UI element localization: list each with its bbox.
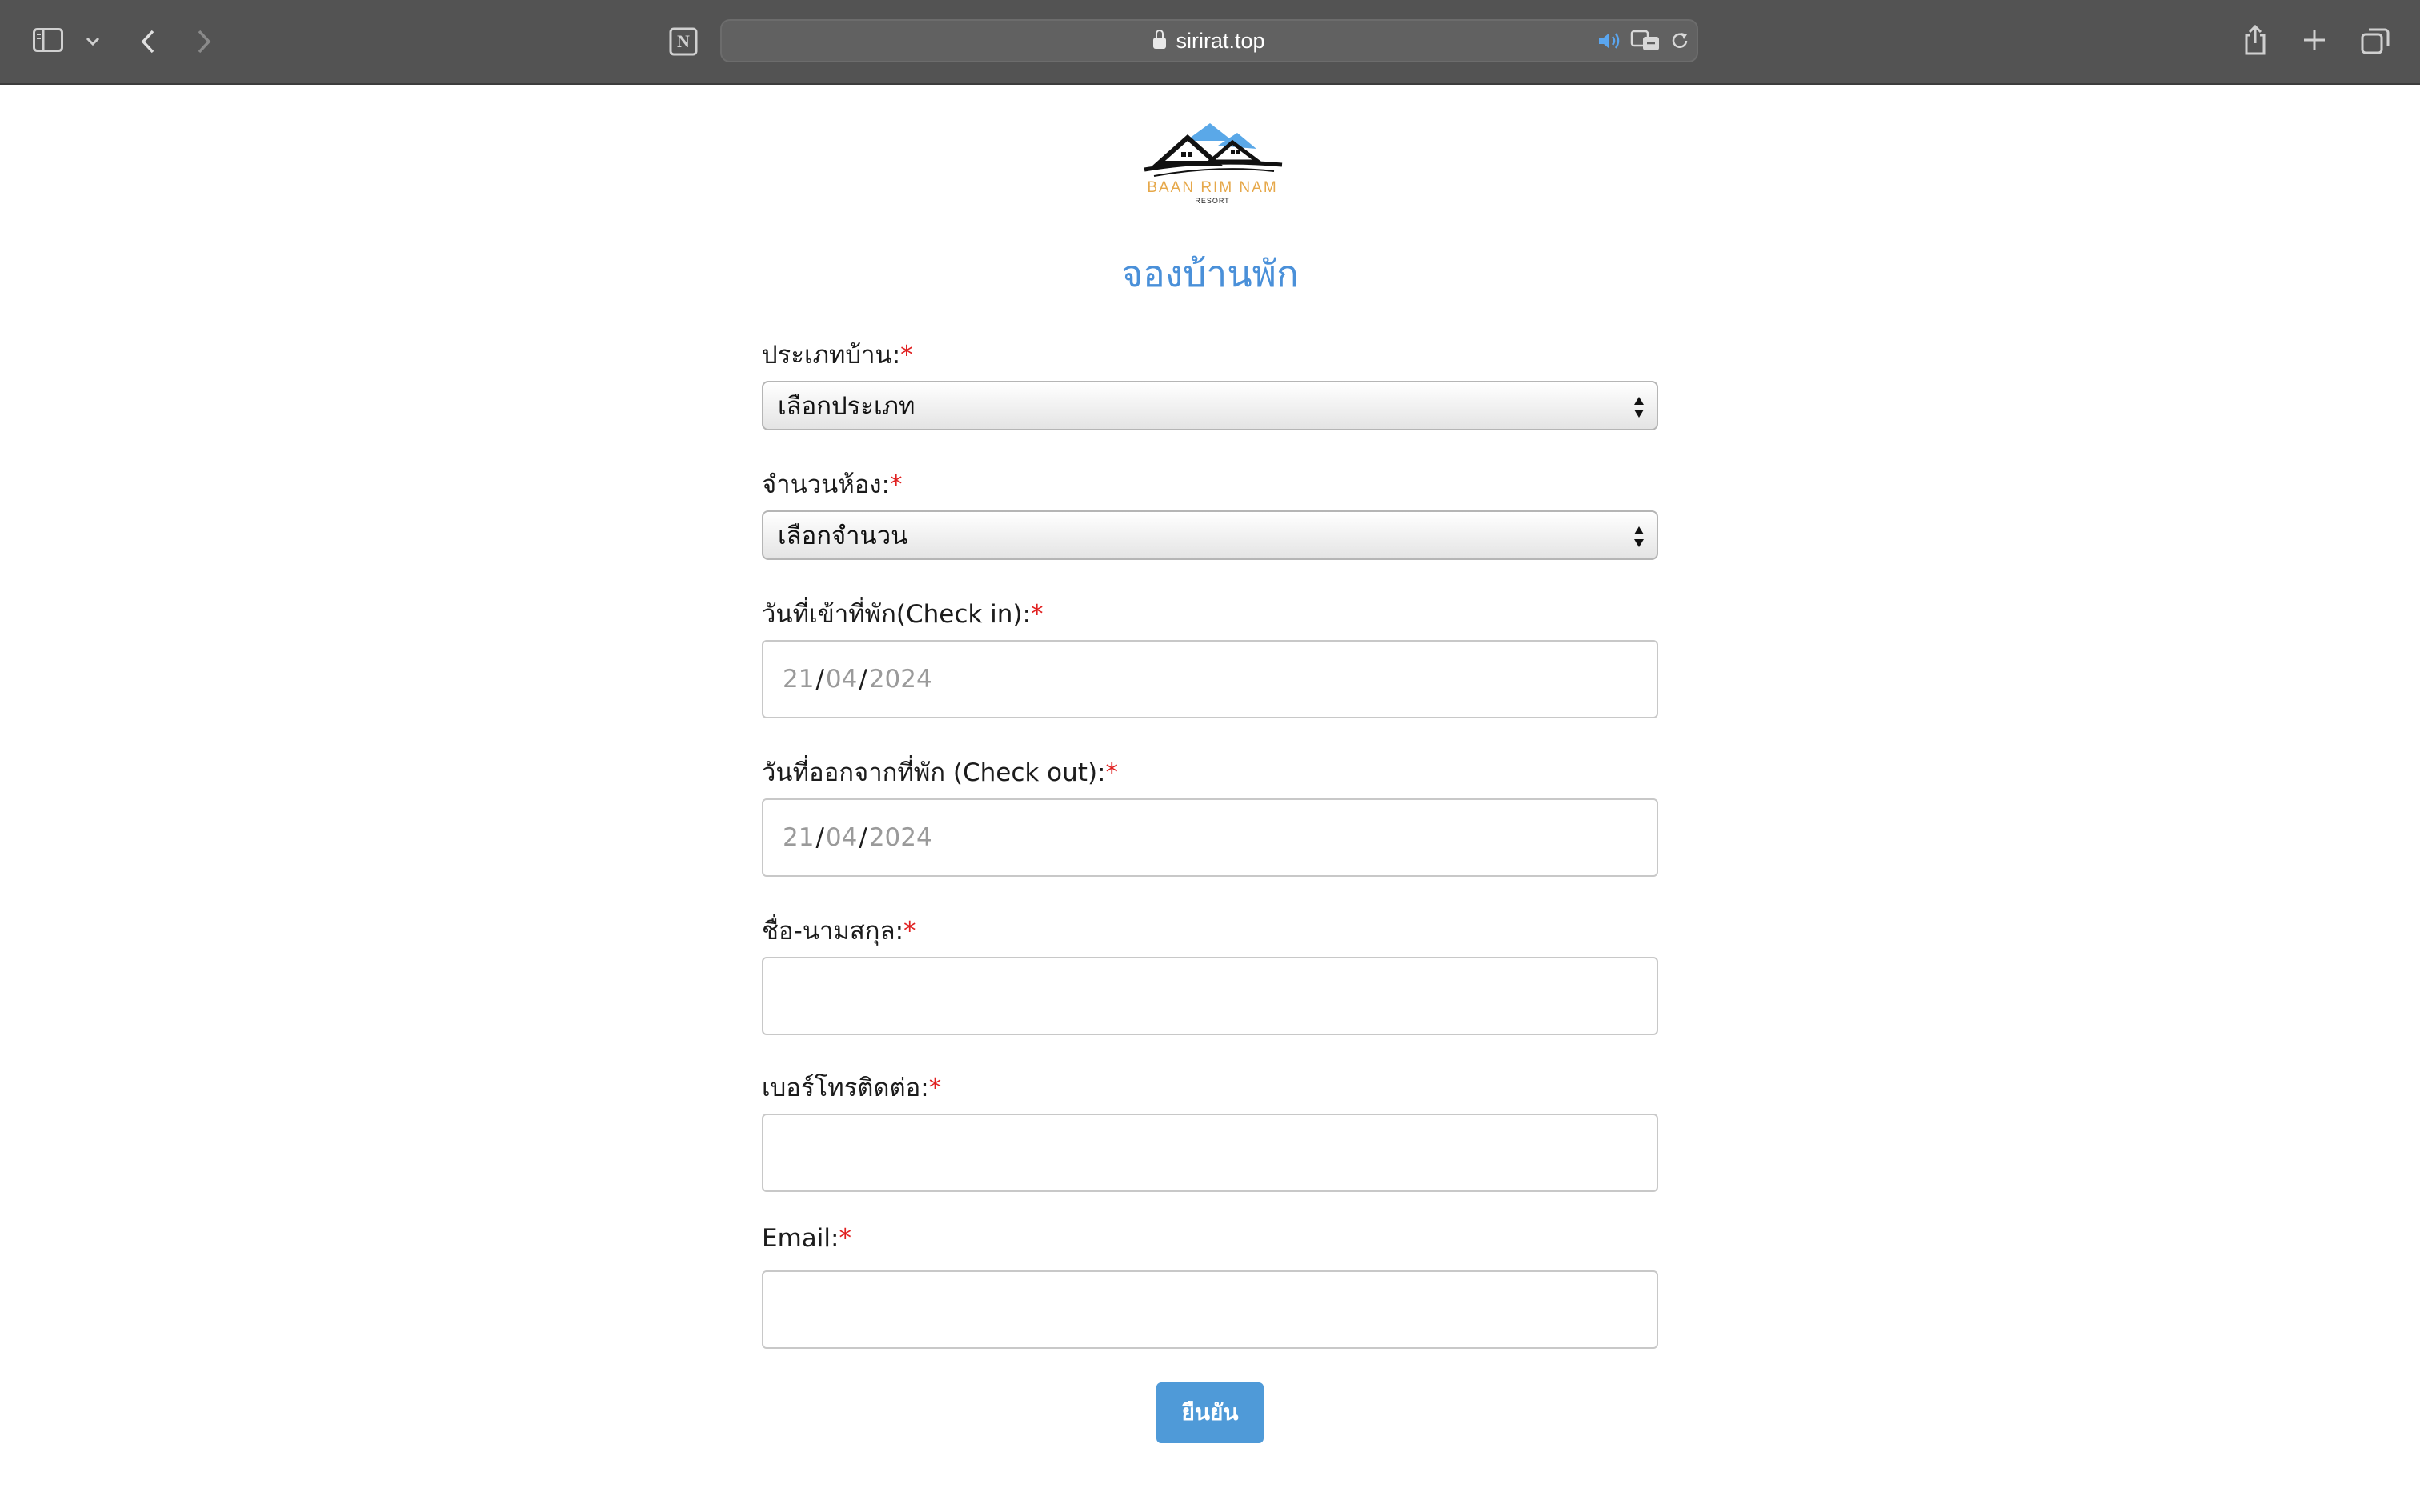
- full-name-label: ชื่อ-นามสกุล:*: [762, 917, 916, 946]
- room-count-select[interactable]: เลือกจำนวน: [762, 510, 1658, 560]
- logo-subtitle: RESORT: [1195, 197, 1230, 205]
- phone-input[interactable]: [762, 1114, 1658, 1192]
- forward-icon[interactable]: [192, 26, 216, 58]
- check-in-day[interactable]: 21: [783, 665, 814, 694]
- url-display[interactable]: sirirat.top: [722, 21, 1697, 61]
- check-out-month[interactable]: 04: [826, 823, 857, 852]
- select-arrows-icon: [1634, 526, 1644, 547]
- address-bar[interactable]: sirirat.top: [720, 19, 1698, 62]
- check-in-label: วันที่เข้าที่พัก(Check in):*: [762, 600, 1044, 629]
- share-icon[interactable]: [2241, 22, 2270, 58]
- browser-toolbar: N sirirat.top: [0, 0, 2420, 85]
- check-out-label: วันที่ออกจากที่พัก (Check out):*: [762, 758, 1119, 787]
- check-in-month[interactable]: 04: [826, 665, 857, 694]
- house-type-label: ประเภทบ้าน:*: [762, 341, 913, 370]
- select-arrows-icon: [1634, 397, 1644, 418]
- lock-icon: [1153, 30, 1167, 49]
- room-count-label: จำนวนห้อง:*: [762, 470, 903, 499]
- logo-name: BAAN RIM NAM: [1147, 179, 1278, 196]
- notion-icon[interactable]: N: [667, 26, 699, 58]
- email-input[interactable]: [762, 1270, 1658, 1349]
- page-title: จองบ้านพัก: [1121, 252, 1299, 295]
- check-out-date-input[interactable]: 21/04/2024: [762, 798, 1658, 877]
- chevron-down-icon[interactable]: [83, 32, 102, 51]
- check-out-day[interactable]: 21: [783, 823, 814, 852]
- tabs-overview-icon[interactable]: [2359, 26, 2391, 56]
- required-mark: *: [890, 470, 903, 499]
- house-type-select[interactable]: เลือกประเภท: [762, 381, 1658, 430]
- required-mark: *: [928, 1074, 942, 1102]
- reload-icon[interactable]: [1668, 29, 1692, 53]
- plus-icon[interactable]: [2300, 26, 2329, 54]
- url-text: sirirat.top: [1176, 28, 1265, 53]
- check-out-year[interactable]: 2024: [869, 823, 932, 852]
- required-mark: *: [839, 1224, 851, 1253]
- required-mark: *: [1105, 758, 1119, 787]
- back-icon[interactable]: [136, 26, 160, 58]
- speaker-icon[interactable]: [1596, 29, 1623, 53]
- phone-label: เบอร์โทรติดต่อ:*: [762, 1074, 942, 1102]
- full-name-input[interactable]: [762, 957, 1658, 1035]
- resort-logo: BAAN RIM NAM RESORT: [1138, 117, 1287, 214]
- confirm-button[interactable]: ยืนยัน: [1156, 1382, 1264, 1443]
- required-mark: *: [903, 917, 916, 946]
- sidebar-icon[interactable]: [32, 27, 64, 53]
- translate-icon[interactable]: [1629, 29, 1661, 53]
- required-mark: *: [1030, 600, 1044, 629]
- required-mark: *: [900, 341, 913, 370]
- check-in-year[interactable]: 2024: [869, 665, 932, 694]
- check-in-date-input[interactable]: 21/04/2024: [762, 640, 1658, 718]
- email-label: Email:*: [762, 1224, 851, 1253]
- web-page: BAAN RIM NAM RESORT จองบ้านพัก ประเภทบ้า…: [0, 85, 2420, 1512]
